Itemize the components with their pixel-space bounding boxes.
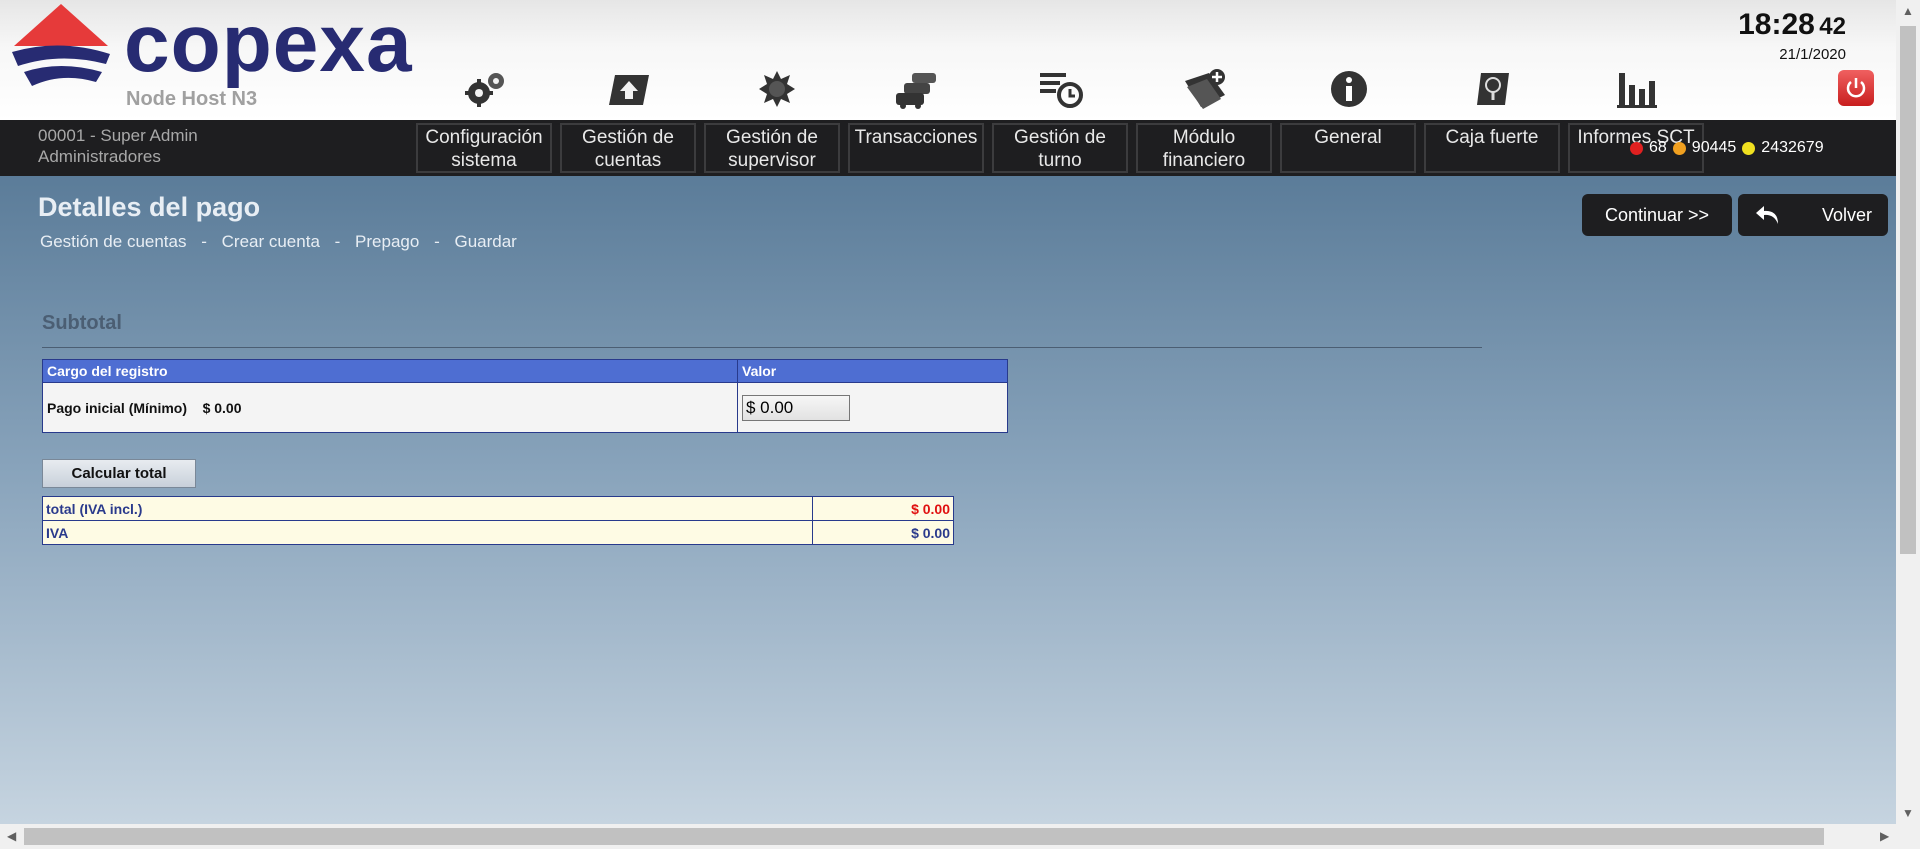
nav-modulo-financiero[interactable]: Módulo financiero — [1136, 123, 1272, 173]
breadcrumb-separator: - — [334, 232, 341, 251]
nav-label-line1: Configuración — [425, 127, 543, 148]
horizontal-scroll-thumb[interactable] — [24, 828, 1824, 845]
nav-label-line1: General — [1314, 127, 1382, 148]
nav-gestion-supervisor[interactable]: Gestión de supervisor — [704, 123, 840, 173]
total-label: total (IVA incl.) — [42, 496, 813, 521]
orange-dot-icon — [1672, 141, 1686, 155]
counter-red: 68 — [1649, 139, 1667, 156]
totals-table: total (IVA incl.) $ 0.00 IVA $ 0.00 — [42, 496, 954, 545]
app-header: copexa Node Host N3 18:28 42 21/1/2020 — [0, 0, 1896, 120]
cargo-cell: Pago inicial (Mínimo) $ 0.00 — [42, 382, 738, 433]
pago-inicial-amount: $ 0.00 — [202, 399, 242, 416]
iva-value: $ 0.00 — [812, 520, 954, 545]
iva-label: IVA — [42, 520, 813, 545]
nav-gestion-turno[interactable]: Gestión de turno — [992, 123, 1128, 173]
counter-yellow: 2432679 — [1761, 139, 1824, 156]
section-title-subtotal: Subtotal — [42, 312, 122, 334]
undo-arrow-icon — [1756, 206, 1778, 224]
gears-icon[interactable] — [460, 66, 510, 112]
clock-seconds: 42 — [1819, 13, 1846, 40]
continue-button[interactable]: Continuar >> — [1582, 194, 1732, 236]
back-label: Volver — [1821, 204, 1872, 225]
calcular-total-label: Calcular total — [71, 465, 167, 482]
user-group: Administradores — [38, 147, 161, 166]
back-button[interactable]: Volver — [1738, 194, 1888, 236]
clock-date: 21/1/2020 — [1779, 46, 1846, 63]
pago-inicial-label: Pago inicial (Mínimo) — [47, 399, 188, 416]
valor-cell — [737, 382, 1008, 433]
red-dot-icon — [1630, 141, 1643, 155]
valor-input[interactable] — [742, 394, 850, 421]
traffic-cars-icon[interactable] — [892, 66, 942, 112]
breadcrumb: Gestión de cuentas - Crear cuenta - Prep… — [40, 232, 527, 252]
info-icon[interactable] — [1324, 66, 1374, 112]
yellow-dot-icon — [1742, 141, 1756, 155]
clock-time: 18:28 — [1738, 8, 1815, 41]
nav-label-line1: Transacciones — [854, 127, 978, 148]
nav-label-line2: supervisor — [728, 150, 816, 171]
nav-gestion-cuentas[interactable]: Gestión de cuentas — [560, 123, 696, 173]
nav-label-line2: turno — [1038, 150, 1082, 171]
nav-label-line2: sistema — [451, 150, 517, 171]
cargo-table: Cargo del registro Valor Pago inicial (M… — [42, 359, 1008, 433]
nav-label-line1: Gestión de — [582, 127, 674, 148]
total-value: $ 0.00 — [812, 496, 954, 521]
nav-label-line1: Gestión de — [1014, 127, 1106, 148]
user-id: 00001 - Super Admin — [38, 126, 198, 145]
counter-orange: 90445 — [1691, 139, 1737, 156]
breadcrumb-gestion-cuentas[interactable]: Gestión de cuentas — [40, 232, 186, 251]
breadcrumb-guardar[interactable]: Guardar — [454, 232, 516, 251]
page-title: Detalles del pago — [38, 192, 261, 222]
main-content: Detalles del pago Gestión de cuentas - C… — [0, 176, 1896, 824]
card-upload-icon[interactable] — [604, 66, 654, 112]
nav-configuracion-sistema[interactable]: Configuración sistema — [416, 123, 552, 173]
table-row: total (IVA incl.) $ 0.00 — [42, 496, 954, 521]
user-info: 00001 - Super Admin Administradores — [38, 125, 198, 167]
nav-label-line2: cuentas — [594, 150, 662, 171]
scroll-up-arrow-icon[interactable]: ▲ — [1902, 4, 1914, 18]
continue-label: Continuar >> — [1604, 204, 1710, 225]
nav-label-line1: Caja fuerte — [1445, 127, 1539, 148]
calcular-total-button[interactable]: Calcular total — [42, 459, 196, 488]
table-row: IVA $ 0.00 — [42, 520, 954, 545]
nav-label-line1: Módulo — [1172, 127, 1236, 148]
scroll-right-arrow-icon[interactable]: ▶ — [1880, 829, 1889, 843]
power-icon[interactable] — [1838, 70, 1874, 106]
module-icon-row — [0, 66, 1896, 116]
breadcrumb-separator: - — [201, 232, 207, 251]
nav-label-line1: Gestión de — [726, 127, 818, 148]
scroll-down-arrow-icon[interactable]: ▼ — [1902, 806, 1914, 820]
horizontal-scrollbar[interactable]: ◀ ▶ — [0, 824, 1920, 849]
vertical-scrollbar[interactable]: ▲ ▼ — [1896, 0, 1920, 824]
col-header-valor: Valor — [737, 359, 1008, 383]
sun-badge-icon[interactable] — [752, 66, 802, 112]
scroll-left-arrow-icon[interactable]: ◀ — [7, 829, 16, 843]
safe-icon[interactable] — [1468, 66, 1518, 112]
nav-label-line2: financiero — [1162, 150, 1246, 171]
table-row: Pago inicial (Mínimo) $ 0.00 — [42, 382, 1008, 433]
breadcrumb-crear-cuenta[interactable]: Crear cuenta — [222, 232, 320, 251]
nav-general[interactable]: General — [1280, 123, 1416, 173]
main-nav: 00001 - Super Admin Administradores Conf… — [0, 120, 1896, 176]
status-counters: 68 90445 2432679 — [1630, 130, 1824, 166]
clock: 18:28 42 21/1/2020 — [1738, 8, 1846, 63]
wallet-plus-icon[interactable] — [1180, 66, 1230, 112]
breadcrumb-prepago[interactable]: Prepago — [355, 232, 419, 251]
col-header-cargo: Cargo del registro — [42, 359, 738, 383]
nav-caja-fuerte[interactable]: Caja fuerte — [1424, 123, 1560, 173]
bar-chart-icon[interactable] — [1612, 66, 1662, 112]
section-divider — [42, 347, 1482, 348]
table-header-row: Cargo del registro Valor — [42, 359, 1008, 383]
shift-clock-icon[interactable] — [1036, 66, 1086, 112]
breadcrumb-separator: - — [434, 232, 440, 251]
nav-transacciones[interactable]: Transacciones — [848, 123, 984, 173]
vertical-scroll-thumb[interactable] — [1900, 26, 1916, 554]
